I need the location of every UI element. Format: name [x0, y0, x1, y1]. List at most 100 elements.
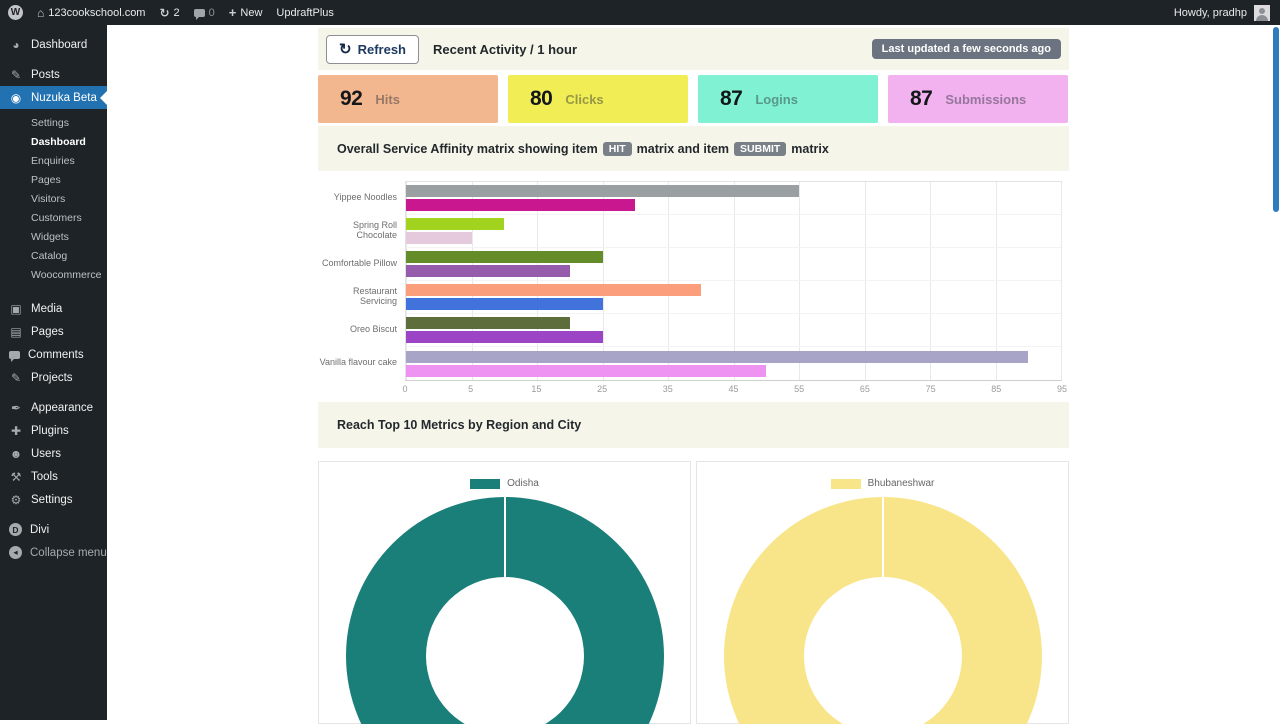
- bar-group-2: [406, 248, 1061, 281]
- nuzuka-submenu: SettingsDashboardEnquiriesPagesVisitorsC…: [0, 109, 107, 290]
- sidebar-item-divi[interactable]: DDivi: [0, 518, 107, 541]
- sidebar-item-plugins[interactable]: ✚Plugins: [0, 419, 107, 442]
- stat-card-logins[interactable]: 87Logins: [698, 75, 878, 123]
- submenu-item-visitors[interactable]: Visitors: [0, 189, 107, 208]
- x-tick-label: 65: [860, 384, 870, 394]
- page-title: Recent Activity / 1 hour: [433, 42, 872, 57]
- bar-hit-0: [406, 185, 799, 197]
- comments-icon: [9, 351, 20, 359]
- sidebar-item-label: Collapse menu: [30, 547, 107, 559]
- bar-category-labels: Yippee NoodlesSpring Roll ChocolateComfo…: [318, 181, 405, 381]
- menu-separator: [0, 56, 107, 63]
- x-tick-label: 35: [663, 384, 673, 394]
- stat-card-value: 87: [720, 87, 742, 111]
- hit-badge: HIT: [603, 142, 632, 156]
- admin-bar-right: Howdy, pradhp: [1174, 5, 1280, 21]
- x-tick-label: 15: [531, 384, 541, 394]
- admin-top-bar: W ⌂ 123cookschool.com ↻ 2 0 + New Updraf…: [0, 0, 1280, 25]
- new-content-button[interactable]: + New: [229, 5, 263, 20]
- submenu-item-settings[interactable]: Settings: [0, 113, 107, 132]
- bar-plot-area: [405, 181, 1062, 381]
- sidebar-item-label: Plugins: [31, 425, 69, 437]
- sidebar-item-users[interactable]: ☻Users: [0, 442, 107, 465]
- updates-link[interactable]: ↻ 2: [159, 6, 179, 20]
- x-tick-label: 85: [991, 384, 1001, 394]
- sidebar-item-label: Comments: [28, 349, 84, 361]
- tools-icon: ⚒: [9, 470, 23, 484]
- sidebar-item-label: Dashboard: [31, 39, 87, 51]
- bhubaneshwar-legend[interactable]: Bhubaneshwar: [697, 478, 1068, 489]
- x-tick-label: 55: [794, 384, 804, 394]
- updates-icon: ↻: [159, 6, 169, 20]
- submenu-item-dashboard[interactable]: Dashboard: [0, 132, 107, 151]
- stat-card-clicks[interactable]: 80 Clicks: [508, 75, 688, 123]
- menu-separator: [0, 290, 107, 297]
- odisha-donut-chart: [346, 497, 664, 724]
- submenu-item-catalog[interactable]: Catalog: [0, 246, 107, 265]
- main-content: ↻ Refresh Recent Activity / 1 hour Last …: [318, 25, 1069, 724]
- sidebar-item-collapse-menu[interactable]: ◂Collapse menu: [0, 541, 107, 564]
- bar-hit-2: [406, 251, 603, 263]
- howdy-user-link[interactable]: Howdy, pradhp: [1174, 7, 1247, 19]
- donut-hole: [426, 577, 584, 724]
- submenu-item-woocommerce[interactable]: Woocommerce: [0, 265, 107, 284]
- bar-group-5: [406, 347, 1061, 380]
- sidebar-item-comments[interactable]: Comments: [0, 343, 107, 366]
- odisha-legend-swatch: [470, 479, 500, 489]
- comments-link[interactable]: 0: [194, 7, 215, 19]
- stat-card-label: Hits: [375, 92, 400, 107]
- site-name-link[interactable]: ⌂ 123cookschool.com: [37, 6, 145, 20]
- sidebar-item-pages[interactable]: ▤Pages: [0, 320, 107, 343]
- bar-submit-0: [406, 199, 635, 211]
- donut-panel-bhubaneshwar: Bhubaneshwar: [696, 461, 1069, 724]
- sidebar-item-label: Nuzuka Beta: [31, 92, 97, 104]
- odisha-legend-label: Odisha: [507, 478, 539, 489]
- submenu-item-enquiries[interactable]: Enquiries: [0, 151, 107, 170]
- sidebar-item-posts[interactable]: ✎Posts: [0, 63, 107, 86]
- admin-sidebar: ◕Dashboard✎Posts◉Nuzuka BetaSettingsDash…: [0, 25, 107, 720]
- bar-submit-1: [406, 232, 472, 244]
- sidebar-item-dashboard[interactable]: ◕Dashboard: [0, 33, 107, 56]
- sidebar-item-settings[interactable]: ⚙Settings: [0, 488, 107, 511]
- bhubaneshwar-donut-chart: [724, 497, 1042, 724]
- bar-hit-5: [406, 351, 1028, 363]
- stat-card-value: 80: [530, 87, 552, 111]
- submenu-item-pages[interactable]: Pages: [0, 170, 107, 189]
- stat-card-submissions[interactable]: 87Submissions: [888, 75, 1068, 123]
- avatar-body-shape: [1256, 15, 1268, 21]
- page-scrollbar-thumb[interactable]: [1273, 27, 1279, 212]
- x-tick-label: 95: [1057, 384, 1067, 394]
- stat-card-label: Clicks: [565, 92, 603, 107]
- x-tick-label: 5: [468, 384, 473, 394]
- sidebar-item-label: Settings: [31, 494, 73, 506]
- sidebar-item-nuzuka-beta[interactable]: ◉Nuzuka Beta: [0, 86, 107, 109]
- sidebar-item-label: Appearance: [31, 402, 93, 414]
- bar-category-label: Oreo Biscut: [318, 313, 405, 346]
- sidebar-item-tools[interactable]: ⚒Tools: [0, 465, 107, 488]
- bar-submit-2: [406, 265, 570, 277]
- sidebar-item-label: Users: [31, 448, 61, 460]
- sidebar-item-label: Projects: [31, 372, 73, 384]
- sidebar-item-appearance[interactable]: ✒Appearance: [0, 396, 107, 419]
- donut-segment-divider: [882, 497, 884, 577]
- gridline: [1061, 182, 1062, 380]
- new-label: New: [240, 7, 262, 19]
- stat-card-hits[interactable]: 92Hits: [318, 75, 498, 123]
- bar-hit-4: [406, 317, 570, 329]
- submenu-item-customers[interactable]: Customers: [0, 208, 107, 227]
- sidebar-item-media[interactable]: ▣Media: [0, 297, 107, 320]
- updraftplus-menu[interactable]: UpdraftPlus: [276, 7, 333, 19]
- wordpress-menu-button[interactable]: W: [8, 5, 23, 20]
- odisha-legend[interactable]: Odisha: [319, 478, 690, 489]
- submenu-item-widgets[interactable]: Widgets: [0, 227, 107, 246]
- refresh-icon: ↻: [339, 40, 352, 58]
- bar-hit-1: [406, 218, 504, 230]
- sidebar-item-label: Media: [31, 303, 62, 315]
- refresh-button[interactable]: ↻ Refresh: [326, 35, 419, 64]
- bar-submit-4: [406, 331, 603, 343]
- user-avatar[interactable]: [1254, 5, 1270, 21]
- bar-x-axis: 05152535455565758595: [405, 381, 1062, 396]
- sidebar-item-projects[interactable]: ✎Projects: [0, 366, 107, 389]
- plus-icon: +: [229, 5, 237, 20]
- reach-heading-label: Reach Top 10 Metrics by Region and City: [337, 418, 581, 432]
